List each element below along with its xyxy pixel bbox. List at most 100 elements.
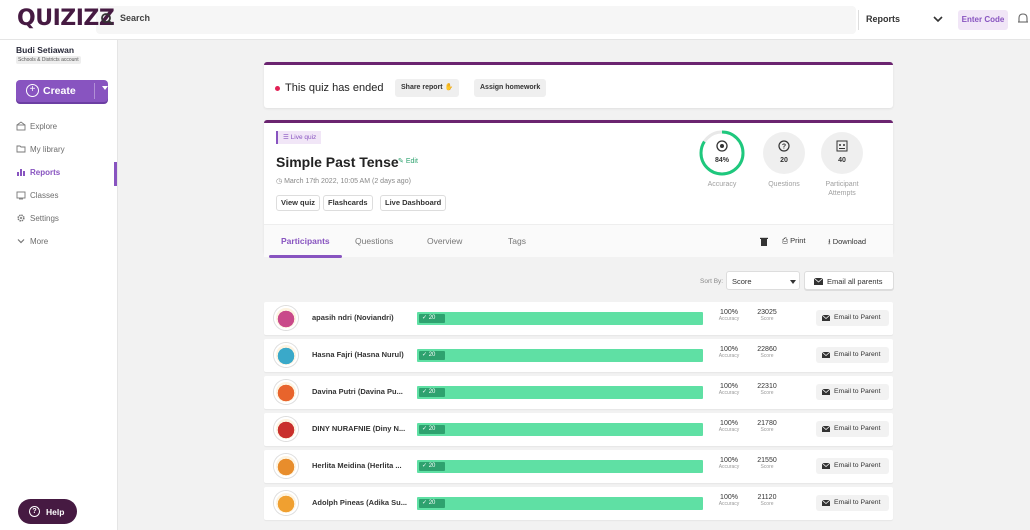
- live-dashboard-button[interactable]: Live Dashboard: [380, 195, 447, 211]
- help-button[interactable]: ? Help: [18, 499, 77, 524]
- participant-row[interactable]: DINY NURAFNIE (Diny N... ✓ 20 100% Accuracy…: [264, 413, 893, 446]
- user-name[interactable]: Budi Setiawan: [16, 45, 74, 55]
- email-to-parent-button[interactable]: Email to Parent: [816, 384, 889, 400]
- sidebar-item-explore[interactable]: Explore: [16, 120, 116, 134]
- list-icon: ☰: [283, 134, 291, 141]
- score-label: Score: [760, 501, 774, 507]
- sidebar: Budi Setiawan Schools & Districts accoun…: [0, 40, 118, 530]
- view-quiz-button[interactable]: View quiz: [276, 195, 321, 211]
- participant-row[interactable]: apasih ndri (Noviandri) ✓ 20 100% Accuracy 2…: [264, 302, 893, 335]
- sidebar-item-reports[interactable]: Reports: [16, 166, 116, 180]
- score-cell: 21550 Score: [752, 457, 782, 470]
- score-label: Score: [760, 316, 774, 322]
- email-to-parent-button[interactable]: Email to Parent: [816, 347, 889, 363]
- participant-name[interactable]: apasih ndri (Noviandri): [312, 313, 394, 322]
- trash-icon[interactable]: [760, 237, 768, 246]
- accuracy-cell: 100% Accuracy: [714, 494, 744, 507]
- reports-dropdown[interactable]: Reports: [866, 14, 900, 24]
- tab-participants[interactable]: Participants: [281, 236, 330, 246]
- participant-name[interactable]: Adolph Pineas (Adika Su...: [312, 498, 407, 507]
- score-value: 22860: [757, 346, 777, 353]
- search-input[interactable]: Search: [120, 13, 150, 23]
- score-bar: ✓ 20: [417, 386, 703, 399]
- search-icon: [101, 13, 114, 26]
- clock-icon: ◷: [276, 178, 285, 185]
- share-report-button[interactable]: Share report ✋: [395, 79, 460, 97]
- sort-value: Score: [732, 277, 752, 286]
- hand-icon: ✋: [444, 84, 454, 91]
- bell-icon[interactable]: [1016, 12, 1030, 26]
- score-bar: ✓ 20: [417, 460, 703, 473]
- caret-down-icon: [790, 280, 796, 284]
- search-bar[interactable]: [96, 6, 856, 34]
- score-bar: ✓ 20: [417, 349, 703, 362]
- accuracy-label: Accuracy: [718, 501, 740, 507]
- print-button[interactable]: ⎙ Print: [782, 236, 806, 246]
- participant-name[interactable]: Hasna Fajri (Hasna Nurul): [312, 350, 404, 359]
- create-button[interactable]: + Create: [16, 80, 108, 102]
- live-quiz-label: Live quiz: [290, 134, 317, 141]
- participant-row[interactable]: Adolph Pineas (Adika Su... ✓ 20 100% Accura…: [264, 487, 893, 520]
- chevron-down-icon[interactable]: [932, 13, 944, 25]
- email-all-parents-button[interactable]: Email all parents: [804, 271, 894, 290]
- quiz-date: ◷ March 17th 2022, 10:05 AM (2 days ago): [276, 177, 411, 185]
- accuracy-stat: 84% Accuracy: [692, 130, 752, 189]
- caret-down-icon[interactable]: [102, 86, 108, 90]
- tab-questions[interactable]: Questions: [355, 236, 393, 246]
- score-bar: ✓ 20: [417, 423, 703, 436]
- sidebar-item-more[interactable]: More: [16, 235, 116, 249]
- participant-row[interactable]: Davina Putri (Davina Pu... ✓ 20 100% Accura…: [264, 376, 893, 409]
- participant-name[interactable]: Herlita Meidina (Herlita ...: [312, 461, 402, 470]
- status-dot: [275, 86, 280, 91]
- attempts-stat: 40 Participant Attempts: [812, 132, 872, 198]
- assign-homework-button[interactable]: Assign homework: [474, 79, 547, 97]
- score-value: 21550: [757, 457, 777, 464]
- accuracy-label: Accuracy: [718, 464, 740, 470]
- participant-row[interactable]: Hasna Fajri (Hasna Nurul) ✓ 20 100% Accurac…: [264, 339, 893, 372]
- question-icon: ?: [778, 140, 790, 152]
- correct-count-tag: ✓ 20: [419, 314, 445, 323]
- accuracy-value: 100%: [720, 457, 738, 464]
- score-cell: 21780 Score: [752, 420, 782, 433]
- questions-stat: ? 20 Questions: [754, 132, 814, 189]
- sidebar-item-label: Classes: [30, 191, 59, 200]
- email-to-parent-label: Email to Parent: [834, 314, 881, 321]
- sort-select[interactable]: Score: [726, 271, 800, 290]
- email-to-parent-label: Email to Parent: [834, 499, 881, 506]
- download-button[interactable]: ⭳ Download: [828, 236, 866, 249]
- email-to-parent-label: Email to Parent: [834, 462, 881, 469]
- sidebar-item-my-library[interactable]: My library: [16, 143, 116, 157]
- accuracy-value: 100%: [720, 420, 738, 427]
- sidebar-item-settings[interactable]: Settings: [16, 212, 116, 226]
- score-value: 21120: [757, 494, 777, 501]
- top-bar: QUIZIZZ Search Reports Enter Code: [0, 0, 1030, 40]
- tab-overview[interactable]: Overview: [427, 236, 462, 246]
- avatar: [274, 491, 298, 515]
- quiz-ended-text: This quiz has ended: [285, 82, 384, 94]
- edit-label: Edit: [405, 158, 418, 165]
- questions-value: 20: [780, 157, 788, 164]
- accuracy-cell: 100% Accuracy: [714, 383, 744, 396]
- participant-name[interactable]: Davina Putri (Davina Pu...: [312, 387, 403, 396]
- sidebar-item-classes[interactable]: Classes: [16, 189, 116, 203]
- correct-count-tag: ✓ 20: [419, 462, 445, 471]
- email-to-parent-button[interactable]: Email to Parent: [816, 458, 889, 474]
- email-to-parent-button[interactable]: Email to Parent: [816, 310, 889, 326]
- edit-link[interactable]: ✎ Edit: [398, 157, 418, 165]
- correct-count-tag: ✓ 20: [419, 351, 445, 360]
- flashcards-button[interactable]: Flashcards: [323, 195, 373, 211]
- divider: [858, 10, 859, 30]
- divider: [94, 83, 95, 99]
- score-label: Score: [760, 353, 774, 359]
- accuracy-value: 100%: [720, 346, 738, 353]
- email-to-parent-button[interactable]: Email to Parent: [816, 421, 889, 437]
- attempts-label-line1: Participant: [825, 181, 859, 188]
- sidebar-item-label: Settings: [30, 214, 59, 223]
- participant-name[interactable]: DINY NURAFNIE (Diny N...: [312, 424, 405, 433]
- accuracy-label: Accuracy: [718, 353, 740, 359]
- tab-tags[interactable]: Tags: [508, 236, 526, 246]
- enter-code-button[interactable]: Enter Code: [958, 10, 1008, 30]
- email-to-parent-button[interactable]: Email to Parent: [816, 495, 889, 511]
- participant-row[interactable]: Herlita Meidina (Herlita ... ✓ 20 100% Accu…: [264, 450, 893, 483]
- score-cell: 22860 Score: [752, 346, 782, 359]
